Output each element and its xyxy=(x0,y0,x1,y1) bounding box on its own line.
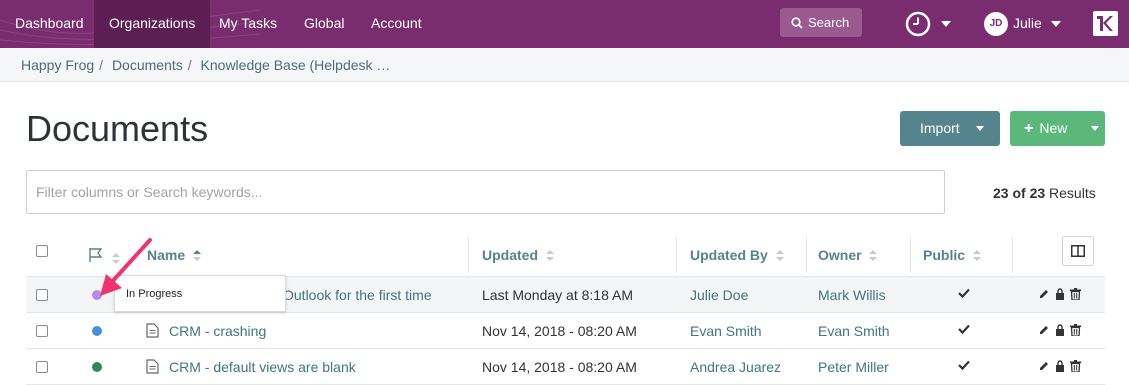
updated-by-link[interactable]: Andrea Juarez xyxy=(690,359,781,375)
row-checkbox[interactable] xyxy=(36,289,48,301)
breadcrumb-item-knowledge-base[interactable]: Knowledge Base (Helpdesk … xyxy=(201,57,391,73)
chevron-down-icon[interactable] xyxy=(1051,21,1061,27)
nav-global[interactable]: Global xyxy=(289,0,359,48)
column-picker-button[interactable] xyxy=(1062,236,1094,266)
breadcrumb-item-happy-frog[interactable]: Happy Frog xyxy=(21,57,94,73)
owner-link[interactable]: Mark Willis xyxy=(818,287,886,303)
owner-header-label: Owner xyxy=(818,247,862,263)
chevron-down-icon xyxy=(1091,126,1099,131)
pencil-icon[interactable] xyxy=(1038,324,1050,336)
trash-icon[interactable] xyxy=(1070,288,1081,301)
lock-icon[interactable] xyxy=(1055,288,1065,300)
row-actions xyxy=(1038,323,1086,339)
breadcrumb: Happy Frog / Documents / Knowledge Base (H… xyxy=(0,48,1129,82)
document-name-link[interactable]: Outlook for the first time xyxy=(283,287,432,303)
document-name-link[interactable]: CRM - default views are blank xyxy=(169,359,356,375)
status-dot[interactable] xyxy=(92,326,102,336)
search-label: Search xyxy=(808,15,850,30)
updated-cell: Last Monday at 8:18 AM xyxy=(482,287,633,303)
table-row[interactable]: CRM - crashing Nov 14, 2018 - 08:20 AM E… xyxy=(26,313,1105,349)
document-icon xyxy=(146,359,159,374)
document-name-link[interactable]: CRM - crashing xyxy=(169,323,266,339)
sort-icon xyxy=(775,250,784,261)
updated-header-label: Updated xyxy=(482,247,538,263)
new-button[interactable]: + New xyxy=(1010,111,1105,146)
sort-icon xyxy=(972,250,981,261)
chevron-down-icon xyxy=(976,126,984,131)
lock-icon[interactable] xyxy=(1055,324,1065,336)
results-label: Results xyxy=(1049,185,1096,201)
page-title: Documents xyxy=(26,108,209,149)
owner-link[interactable]: Evan Smith xyxy=(818,323,890,339)
table-header: Name Updated Updated By Owner Public xyxy=(26,233,1105,277)
filter-search-input[interactable] xyxy=(26,170,945,214)
sort-asc-icon xyxy=(193,250,202,261)
owner-link[interactable]: Peter Miller xyxy=(818,359,889,375)
app-logo[interactable] xyxy=(1093,11,1118,36)
row-actions xyxy=(1038,359,1086,375)
sort-icon xyxy=(545,250,554,261)
public-column-header[interactable]: Public xyxy=(923,247,981,263)
chevron-down-icon[interactable] xyxy=(941,21,951,27)
checkmark-icon xyxy=(958,324,970,335)
import-label: Import xyxy=(920,120,960,136)
nav-dashboard[interactable]: Dashboard xyxy=(0,0,99,48)
trash-icon[interactable] xyxy=(1070,324,1081,337)
import-button[interactable]: Import xyxy=(900,111,1000,146)
avatar[interactable]: JD xyxy=(984,12,1008,36)
updated-cell: Nov 14, 2018 - 08:20 AM xyxy=(482,323,637,339)
results-number: 23 of 23 xyxy=(993,185,1046,201)
updated-by-header-label: Updated By xyxy=(690,247,768,263)
pencil-icon[interactable] xyxy=(1038,360,1050,372)
user-menu-name[interactable]: Julie xyxy=(1013,0,1042,46)
pencil-icon[interactable] xyxy=(1038,288,1050,300)
new-label: New xyxy=(1039,120,1068,136)
nav-organizations[interactable]: Organizations xyxy=(94,0,211,48)
public-header-label: Public xyxy=(923,247,966,263)
search-button[interactable]: Search xyxy=(780,8,862,37)
checkmark-icon xyxy=(958,360,970,371)
updated-by-column-header[interactable]: Updated By xyxy=(690,247,784,263)
annotation-arrow-icon xyxy=(100,238,152,296)
updated-column-header[interactable]: Updated xyxy=(482,247,554,263)
search-icon xyxy=(791,17,803,29)
sort-icon xyxy=(869,250,878,261)
updated-cell: Nov 14, 2018 - 08:20 AM xyxy=(482,359,637,375)
row-checkbox[interactable] xyxy=(36,361,48,373)
nav-account[interactable]: Account xyxy=(356,0,437,48)
lock-icon[interactable] xyxy=(1055,360,1065,372)
owner-column-header[interactable]: Owner xyxy=(818,247,878,263)
logo-icon xyxy=(1097,16,1113,31)
results-count: 23 of 23 Results xyxy=(993,185,1096,201)
columns-icon xyxy=(1071,245,1085,257)
document-icon xyxy=(146,323,159,338)
updated-by-link[interactable]: Evan Smith xyxy=(690,323,762,339)
updated-by-link[interactable]: Julie Doe xyxy=(690,287,748,303)
select-all-checkbox[interactable] xyxy=(36,245,48,257)
breadcrumb-item-documents[interactable]: Documents xyxy=(112,57,183,73)
row-checkbox[interactable] xyxy=(36,325,48,337)
table-row[interactable]: CRM - default views are blank Nov 14, 20… xyxy=(26,349,1105,385)
plus-icon: + xyxy=(1024,120,1034,137)
row-actions xyxy=(1038,287,1086,303)
top-navbar: Dashboard Organizations My Tasks Global … xyxy=(0,0,1129,48)
nav-my-tasks[interactable]: My Tasks xyxy=(204,0,292,48)
checkmark-icon xyxy=(958,288,970,299)
trash-icon[interactable] xyxy=(1070,360,1081,373)
status-dot[interactable] xyxy=(92,362,102,372)
clock-icon[interactable] xyxy=(905,11,931,37)
